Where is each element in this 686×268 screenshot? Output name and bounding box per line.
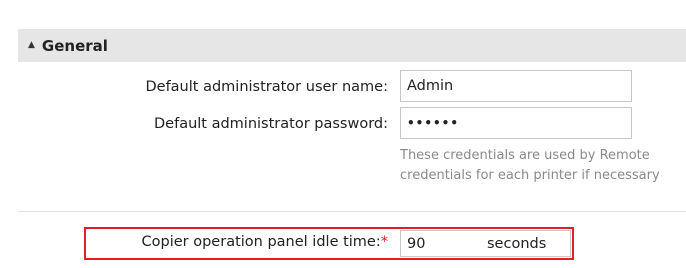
idle-time-label-text: Copier operation panel idle time: [141,234,381,250]
top-band [0,0,686,26]
help-text-line-2: credentials for each printer if necessar… [400,168,660,183]
admin-password-value: •••••• [407,116,460,130]
admin-username-value: Admin [407,78,454,94]
credentials-help-text: These credentials are used by Remote cre… [400,146,686,186]
idle-time-unit: seconds [477,230,571,257]
admin-username-label: Default administrator user name: [145,79,388,95]
collapse-triangle-icon[interactable]: ▲ [28,41,35,50]
section-title: General [41,36,108,55]
general-section-header[interactable]: ▲ General [18,29,686,62]
settings-page: ▲ General Default administrator user nam… [0,0,686,268]
idle-time-value: 90 [407,235,426,252]
admin-username-input[interactable]: Admin [400,70,632,102]
idle-time-unit-label: seconds [487,235,547,252]
idle-time-input[interactable]: 90 [400,230,478,257]
required-marker: * [380,234,388,250]
admin-password-label: Default administrator password: [154,116,388,132]
admin-password-input[interactable]: •••••• [400,107,632,139]
section-divider [18,211,686,212]
idle-time-label: Copier operation panel idle time:* [142,234,388,250]
help-text-line-1: These credentials are used by Remote [400,148,650,163]
